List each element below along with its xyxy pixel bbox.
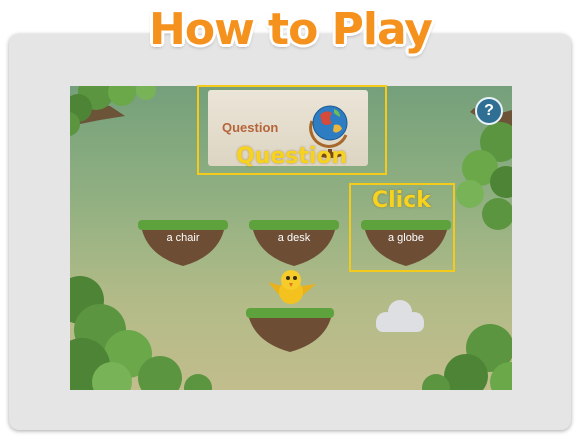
answer-island-desk[interactable]: a desk [246,218,342,272]
answer-label: a desk [277,232,311,244]
question-annotation: Question [236,144,348,169]
answer-island-chair[interactable]: a chair [135,218,231,272]
yellow-bird-character [268,270,316,304]
click-annotation: Click [372,188,431,213]
page-title: How to Play [149,4,433,55]
character-island [246,308,334,352]
floating-island [138,220,228,266]
help-button[interactable]: ? [475,97,503,125]
answer-label: a chair [166,232,200,244]
floating-island [249,220,339,266]
